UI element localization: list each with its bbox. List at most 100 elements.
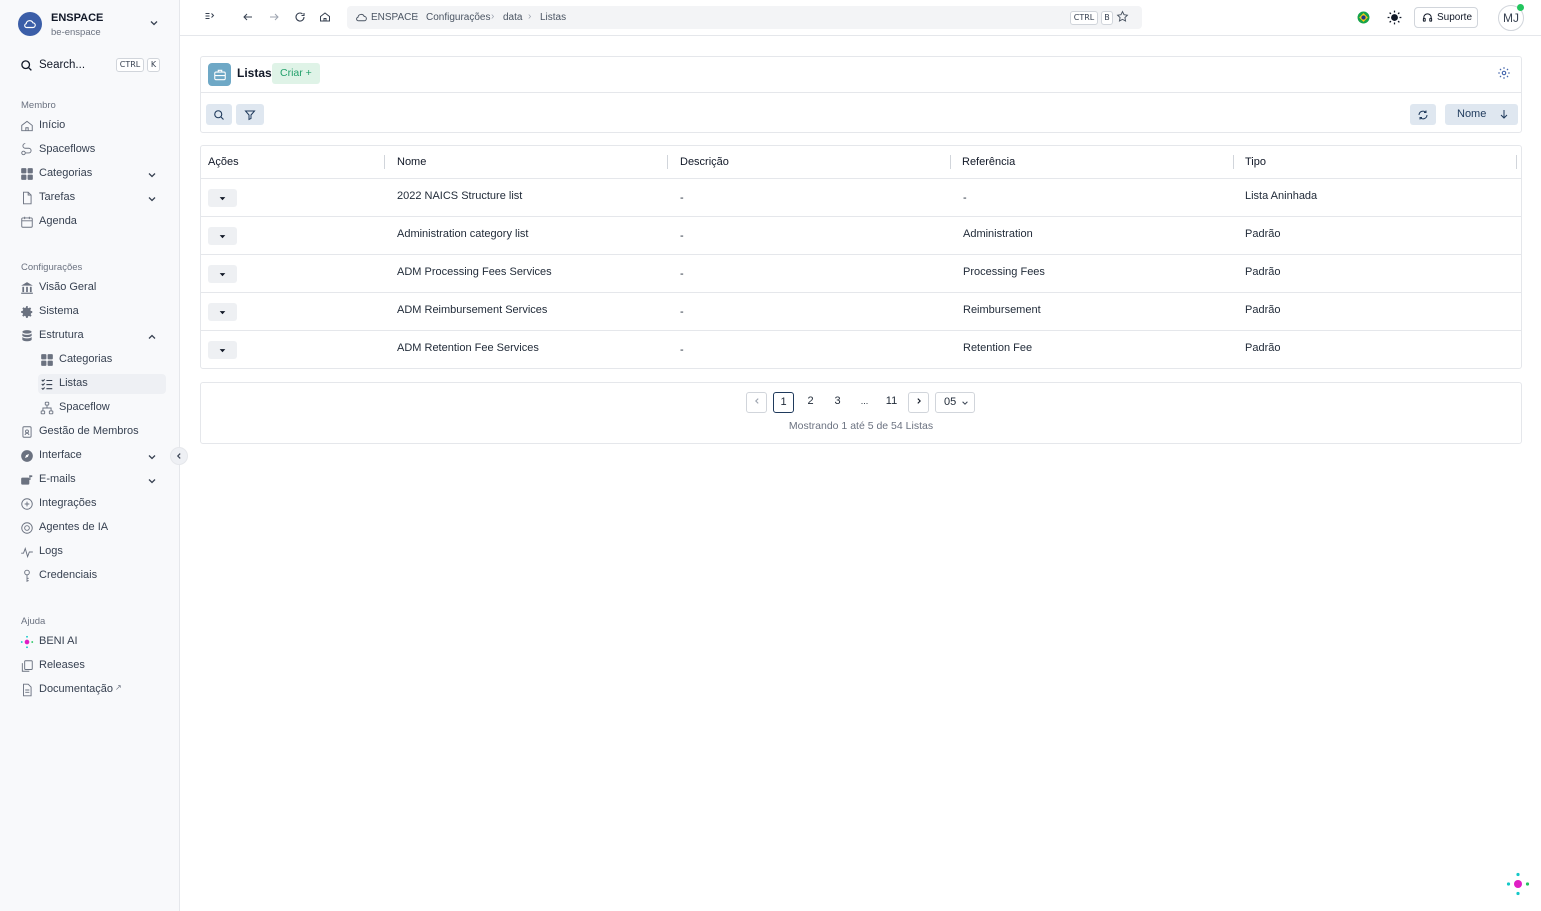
sidebar-toggle-icon[interactable] [204, 11, 218, 25]
back-arrow-icon[interactable] [242, 11, 256, 25]
cell-description: - [680, 268, 684, 280]
cell-reference: Administration [963, 228, 1033, 240]
page-button[interactable]: 2 [800, 392, 821, 413]
row-actions-button[interactable] [208, 341, 237, 359]
sidebar-item-estrutura-categorias[interactable]: Categorias [38, 350, 166, 370]
sidebar-item-categorias[interactable]: Categorias [18, 164, 168, 184]
sun-icon[interactable] [1387, 10, 1402, 28]
cell-reference: Processing Fees [963, 266, 1045, 278]
sort-button[interactable]: Nome [1445, 104, 1518, 125]
beni-assistant-icon[interactable] [1506, 872, 1530, 896]
table-row[interactable]: ADM Processing Fees Services - Processin… [201, 254, 1521, 292]
sidebar-item-sistema[interactable]: Sistema [18, 302, 168, 322]
key-icon [20, 569, 34, 583]
sidebar-item-logs[interactable]: Logs [18, 542, 168, 562]
sidebar-item-emails[interactable]: E-mails [18, 470, 168, 490]
forward-arrow-icon[interactable] [268, 11, 282, 25]
column-header-description[interactable]: Descrição [680, 156, 729, 168]
page-button[interactable]: 3 [827, 392, 848, 413]
sidebar-item-spaceflow[interactable]: Spaceflow [38, 398, 166, 418]
external-link-icon: ↗ [115, 683, 122, 692]
breadcrumb-separator-icon: › [415, 11, 419, 22]
cell-name: Administration category list [397, 228, 529, 240]
filter-button[interactable] [236, 104, 264, 125]
sidebar-item-label: Interface [39, 449, 82, 461]
cell-type: Padrão [1245, 266, 1281, 278]
sidebar-item-label: Agenda [39, 215, 77, 227]
search-button[interactable]: Search... CTRL K [12, 55, 164, 77]
row-actions-button[interactable] [208, 189, 237, 207]
sidebar-item-interface[interactable]: Interface [18, 446, 168, 466]
row-actions-button[interactable] [208, 303, 237, 321]
table-row[interactable]: ADM Retention Fee Services - Retention F… [201, 330, 1521, 368]
sidebar-item-label: Categorias [59, 353, 113, 365]
sidebar-item-label: E-mails [39, 473, 76, 485]
doc-icon [20, 683, 34, 697]
sidebar-item-documentacao[interactable]: Documentação ↗ [18, 680, 168, 700]
support-label: Suporte [1437, 12, 1473, 23]
page-button[interactable]: 11 [881, 392, 902, 413]
database-icon [20, 329, 34, 343]
collapse-sidebar-button[interactable] [170, 447, 188, 465]
sidebar-item-gestao-membros[interactable]: Gestão de Membros [18, 422, 168, 442]
sidebar-item-releases[interactable]: Releases [18, 656, 168, 676]
table-row[interactable]: ADM Reimbursement Services - Reimburseme… [201, 292, 1521, 330]
table-row[interactable]: Administration category list - Administr… [201, 216, 1521, 254]
search-toggle-button[interactable] [206, 104, 232, 125]
sidebar-item-label: Releases [39, 659, 85, 671]
chevron-down-icon [147, 193, 157, 207]
row-actions-button[interactable] [208, 227, 237, 245]
refresh-button[interactable] [1410, 104, 1436, 125]
page-ellipsis: ... [860, 396, 869, 406]
section-title-help: Ajuda [21, 616, 46, 627]
create-button[interactable]: Criar + [272, 63, 320, 84]
next-page-button[interactable] [908, 392, 929, 413]
support-button[interactable]: Suporte [1414, 7, 1478, 28]
sidebar-item-label: Integrações [39, 497, 97, 509]
gear-icon [20, 305, 34, 319]
breadcrumb-item[interactable]: Configurações [426, 12, 490, 23]
row-actions-button[interactable] [208, 265, 237, 283]
page-size-select[interactable]: 05 [935, 392, 975, 413]
breadcrumb-item[interactable]: data [503, 12, 522, 23]
column-header-name[interactable]: Nome [397, 156, 426, 168]
sidebar-item-integracoes[interactable]: Integrações [18, 494, 168, 514]
chevron-down-icon [147, 451, 157, 465]
kbd-k: K [147, 58, 160, 72]
sort-label: Nome [1457, 108, 1487, 120]
page-button-current[interactable]: 1 [773, 392, 794, 413]
column-header-type[interactable]: Tipo [1245, 156, 1266, 168]
workspace-logo-icon [18, 12, 42, 36]
compass-icon [20, 449, 34, 463]
sidebar-item-label: Listas [59, 377, 88, 389]
sidebar-item-inicio[interactable]: Início [18, 116, 168, 136]
sidebar-item-listas[interactable]: Listas [38, 374, 166, 394]
home-icon[interactable] [319, 11, 333, 25]
sidebar-item-visao-geral[interactable]: Visão Geral [18, 278, 168, 298]
sidebar-item-spaceflows[interactable]: Spaceflows [18, 140, 168, 160]
chevron-down-icon [962, 401, 968, 405]
home-icon [20, 119, 34, 133]
sidebar-item-estrutura[interactable]: Estrutura [18, 326, 168, 346]
sidebar-item-label: Início [39, 119, 66, 131]
prev-page-button[interactable] [746, 392, 767, 413]
sidebar-item-label: Visão Geral [39, 281, 97, 293]
sidebar-item-label: Logs [39, 545, 63, 557]
kbd-ctrl: CTRL [1070, 11, 1098, 25]
lists-table: Ações Nome Descrição Referência Tipo 202… [200, 145, 1522, 369]
settings-gear-icon[interactable] [1497, 66, 1511, 83]
sidebar-item-agentes-ia[interactable]: Agentes de IA [18, 518, 168, 538]
brazil-flag-icon[interactable] [1357, 11, 1370, 27]
column-header-reference[interactable]: Referência [962, 156, 1015, 168]
star-icon[interactable] [1116, 10, 1129, 26]
cell-type: Padrão [1245, 228, 1281, 240]
sidebar-item-credenciais[interactable]: Credenciais [18, 566, 168, 586]
refresh-icon[interactable] [294, 11, 308, 25]
column-divider [1516, 155, 1517, 169]
sidebar-item-agenda[interactable]: Agenda [18, 212, 168, 232]
table-row[interactable]: 2022 NAICS Structure list - - Lista Anin… [201, 178, 1521, 216]
breadcrumb-item[interactable]: ENSPACE [371, 12, 418, 23]
workspace-switcher[interactable]: ENSPACE be-enspace [18, 10, 168, 40]
sidebar-item-tarefas[interactable]: Tarefas [18, 188, 168, 208]
sidebar-item-beni-ai[interactable]: BENI AI [18, 632, 168, 652]
